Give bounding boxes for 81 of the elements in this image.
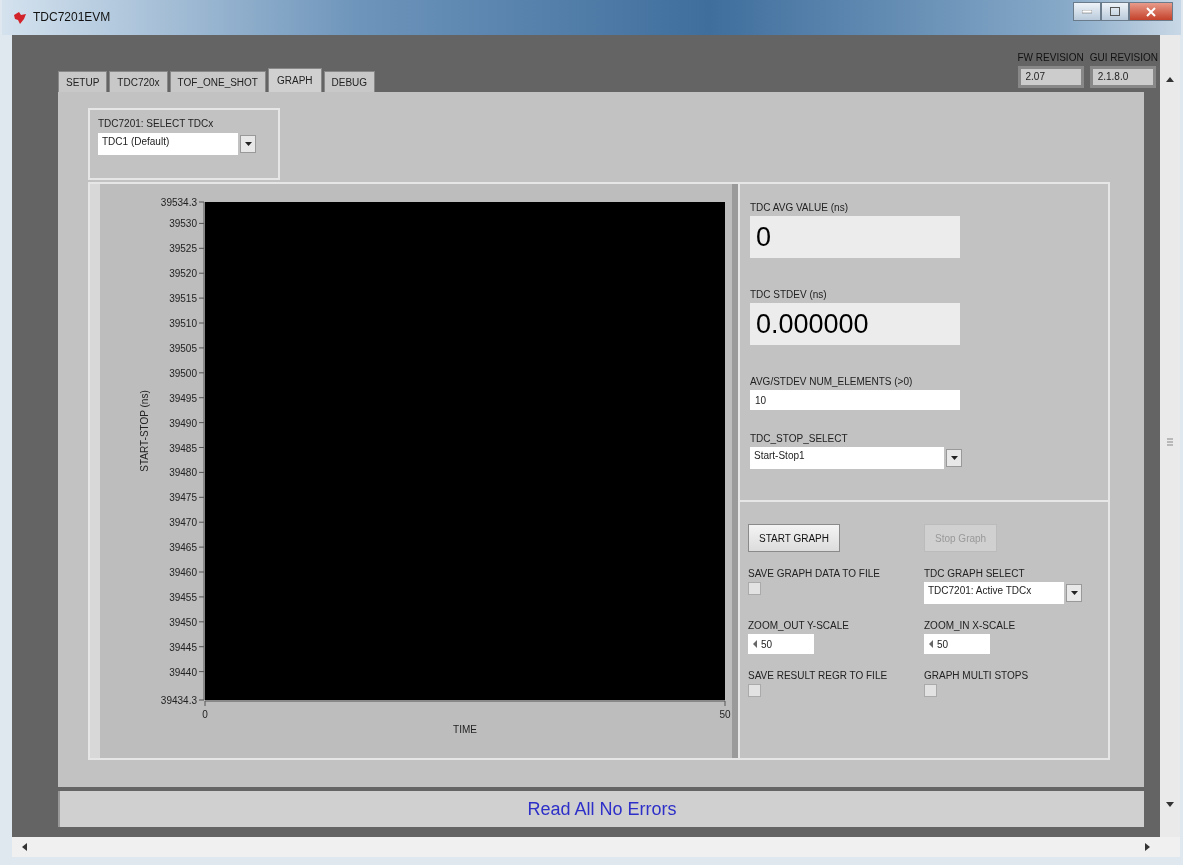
tick-label: 0 [202, 709, 208, 721]
dropdown[interactable]: TDC7201: Active TDCx [924, 582, 1064, 605]
tab[interactable]: TOF_ONE_SHOT [169, 71, 266, 93]
field-label: TDC AVG VALUE (ns) [750, 202, 848, 214]
dropdown-button[interactable] [240, 135, 256, 154]
field-label: TDC GRAPH SELECT [924, 568, 1025, 580]
tab[interactable]: SETUP [58, 71, 108, 93]
checkbox-label: SAVE GRAPH DATA TO FILE [748, 568, 880, 580]
tick-label: 39485 [169, 442, 197, 454]
scroll-right-icon [1145, 843, 1150, 852]
tick-label: 39490 [169, 417, 197, 429]
tick-label: 39434.3 [160, 695, 197, 707]
tick-label: 39520 [169, 268, 197, 280]
tick-label: 39500 [169, 368, 197, 379]
tick-label: 39445 [169, 641, 197, 653]
horizontal-scrollbar[interactable] [12, 837, 1180, 857]
tab[interactable]: TDC720x [109, 71, 168, 93]
vertical-scrollbar[interactable] [1160, 35, 1180, 838]
number-field[interactable]: 50 [748, 634, 814, 655]
tick-label: 39534.3 [160, 197, 197, 209]
tick-label: 39515 [169, 293, 197, 305]
field-label: TDC7201: SELECT TDCx [98, 118, 215, 130]
close-button[interactable] [1129, 2, 1173, 21]
revision-display: 2.1.8.0 [1089, 66, 1156, 89]
tick-label: 39495 [169, 392, 197, 404]
tick-label: 39480 [169, 467, 197, 479]
checkbox-label: SAVE RESULT REGR TO FILE [748, 670, 888, 682]
axis-title: TIME [453, 724, 477, 736]
increment-icon [929, 640, 934, 649]
checkbox[interactable] [748, 582, 761, 596]
scroll-down-icon [1166, 802, 1174, 808]
scroll-grip-icon [1166, 438, 1174, 447]
field-label: ZOOM_OUT Y-SCALE [748, 620, 849, 632]
scroll-up-icon [1166, 77, 1174, 83]
tick-label: 39450 [169, 617, 197, 628]
checkbox[interactable] [748, 684, 761, 698]
maximize-button[interactable] [1101, 2, 1129, 21]
dropdown[interactable]: TDC1 (Default) [98, 133, 238, 156]
tick-label: 50 [719, 709, 731, 721]
checkbox[interactable] [924, 684, 937, 698]
revision-display: 2.07 [1017, 66, 1084, 89]
tab[interactable]: DEBUG [323, 71, 376, 93]
increment-icon [753, 640, 758, 649]
checkbox-label: GRAPH MULTI STOPS [924, 670, 1029, 682]
dropdown-button[interactable] [946, 449, 962, 468]
close-icon [1146, 6, 1156, 17]
value-display: 0.000000 [750, 303, 960, 346]
caret-icon [244, 142, 252, 147]
field-label: GUI REVISION [1089, 52, 1158, 64]
logo-icon [12, 10, 28, 26]
tick-label: 39460 [169, 567, 197, 579]
tick-label: 39455 [169, 592, 197, 604]
minimize-icon [1082, 9, 1092, 14]
minimize-button[interactable] [1073, 2, 1101, 21]
field-label: TDC_STOP_SELECT [750, 433, 848, 445]
value-display: 0 [750, 216, 960, 259]
tick-label: 39525 [169, 243, 197, 255]
tick-label: 39470 [169, 517, 197, 529]
field-label: TDC STDEV (ns) [750, 289, 827, 301]
tick-label: 39505 [169, 343, 197, 355]
tab[interactable]: GRAPH [268, 68, 322, 93]
axis-title: START-STOP (ns) [139, 390, 150, 472]
tick-label: 39475 [169, 492, 197, 504]
field-label: ZOOM_IN X-SCALE [924, 620, 1016, 632]
start-button[interactable]: START GRAPH [748, 524, 840, 553]
window-title: TDC7201EVM [33, 10, 111, 24]
field-label: FW REVISION [1017, 52, 1084, 64]
dropdown-button[interactable] [1066, 584, 1082, 603]
dropdown[interactable]: Start-Stop1 [750, 447, 944, 470]
caret-icon [950, 456, 958, 461]
maximize-icon [1110, 7, 1120, 16]
scroll-left-icon [22, 843, 27, 852]
caret-icon [1070, 591, 1078, 596]
input-field[interactable]: 10 [750, 390, 960, 411]
tick-label: 39510 [169, 318, 197, 330]
status-message: Read All No Errors [527, 798, 677, 820]
number-field[interactable]: 50 [924, 634, 990, 655]
field-label: AVG/STDEV NUM_ELEMENTS (>0) [750, 376, 913, 388]
tick-label: 39465 [169, 542, 197, 554]
tick-label: 39530 [169, 218, 197, 230]
tick-label: 39440 [169, 666, 197, 678]
